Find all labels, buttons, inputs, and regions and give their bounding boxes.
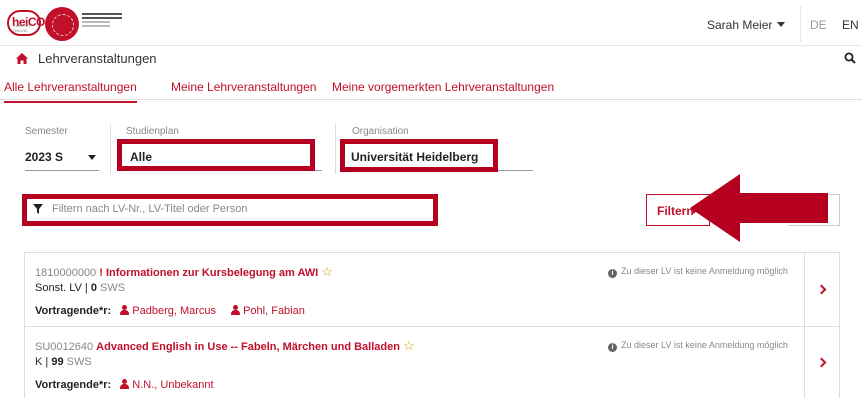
highlight-box: [340, 139, 498, 172]
info-icon: i: [608, 269, 617, 278]
logo-subtext: CAMPUS ONLINE: [13, 23, 31, 33]
user-menu[interactable]: Sarah Meier: [707, 18, 786, 32]
user-name: Sarah Meier: [707, 18, 773, 32]
open-course-button[interactable]: [804, 253, 839, 326]
chevron-right-icon: [816, 284, 827, 294]
lecturers-row: Vortragende*r: N.N., Unbekannt: [35, 379, 226, 391]
home-icon[interactable]: [16, 53, 28, 64]
course-title-link[interactable]: Advanced English in Use -- Fabeln, Märch…: [96, 341, 400, 353]
course-header: 1810000000 ! Informationen zur Kursbeleg…: [35, 264, 333, 280]
course-type: K | 99 SWS: [35, 356, 92, 368]
heico-logo[interactable]: heiCO CAMPUS ONLINE: [7, 10, 45, 36]
person-icon: [120, 305, 130, 315]
person-icon: [120, 379, 130, 389]
organisation-label: Organisation: [352, 126, 409, 137]
registration-notice: i Zu dieser LV ist keine Anmeldung möglic…: [608, 266, 788, 278]
university-wordmark: [82, 13, 122, 29]
lecturer-link[interactable]: Padberg, Marcus: [120, 305, 216, 317]
lang-de-button[interactable]: DE: [810, 18, 827, 32]
lang-en-button[interactable]: EN: [842, 18, 859, 32]
info-icon: i: [608, 343, 617, 352]
sws-value: 99: [51, 356, 64, 368]
tab-bar: Alle Lehrveranstaltungen Meine Lehrveran…: [0, 74, 862, 103]
person-icon: [231, 305, 241, 315]
arrow-left-icon: [690, 174, 828, 242]
lecturers-label: Vortragende*r:: [35, 379, 112, 391]
lecturer-link[interactable]: Pohl, Fabian: [231, 305, 305, 317]
registration-notice: i Zu dieser LV ist keine Anmeldung möglic…: [608, 340, 788, 352]
highlight-box: [22, 194, 438, 226]
course-number: SU0012640: [35, 341, 94, 353]
divider: [335, 124, 336, 174]
course-title-link[interactable]: ! Informationen zur Kursbelegung am AWI: [99, 267, 318, 279]
top-bar: heiCO CAMPUS ONLINE Sarah Meier DE EN: [0, 0, 862, 46]
semester-select[interactable]: 2023 S: [25, 150, 63, 164]
caret-down-icon: [777, 22, 786, 27]
chevron-right-icon: [816, 357, 827, 367]
lecturers-row: Vortragende*r: Padberg, Marcus Pohl, Fab…: [35, 305, 317, 317]
sws-value: 0: [90, 282, 97, 294]
studienplan-label: Studienplan: [126, 126, 179, 137]
course-card[interactable]: 1810000000 ! Informationen zur Kursbeleg…: [24, 252, 840, 327]
semester-label: Semester: [25, 126, 68, 137]
sws-unit: SWS: [66, 356, 92, 368]
sws-unit: SWS: [100, 282, 126, 294]
university-seal-icon: [45, 7, 79, 41]
lecturer-link[interactable]: N.N., Unbekannt: [120, 379, 214, 391]
tab-meine-lehrveranstaltungen[interactable]: Meine Lehrveranstaltungen: [171, 80, 316, 94]
star-icon[interactable]: ☆: [403, 338, 415, 353]
divider: [110, 124, 111, 174]
highlight-box: [117, 139, 315, 171]
semester-underline: [25, 170, 99, 171]
search-icon[interactable]: [844, 52, 856, 64]
page-title: Lehrveranstaltungen: [38, 51, 157, 66]
caret-down-icon: [88, 155, 96, 160]
open-course-button[interactable]: [804, 327, 839, 398]
divider: [800, 6, 801, 42]
course-card[interactable]: SU0012640 Advanced English in Use -- Fab…: [24, 326, 840, 398]
star-icon[interactable]: ☆: [321, 264, 333, 279]
tab-alle-lehrveranstaltungen[interactable]: Alle Lehrveranstaltungen: [4, 80, 137, 103]
course-type: Sonst. LV | 0 SWS: [35, 282, 126, 294]
course-header: SU0012640 Advanced English in Use -- Fab…: [35, 338, 415, 354]
lecturers-label: Vortragende*r:: [35, 305, 112, 317]
course-number: 1810000000: [35, 267, 97, 279]
tab-meine-vorgemerkten[interactable]: Meine vorgemerkten Lehrveranstaltungen: [332, 80, 554, 94]
